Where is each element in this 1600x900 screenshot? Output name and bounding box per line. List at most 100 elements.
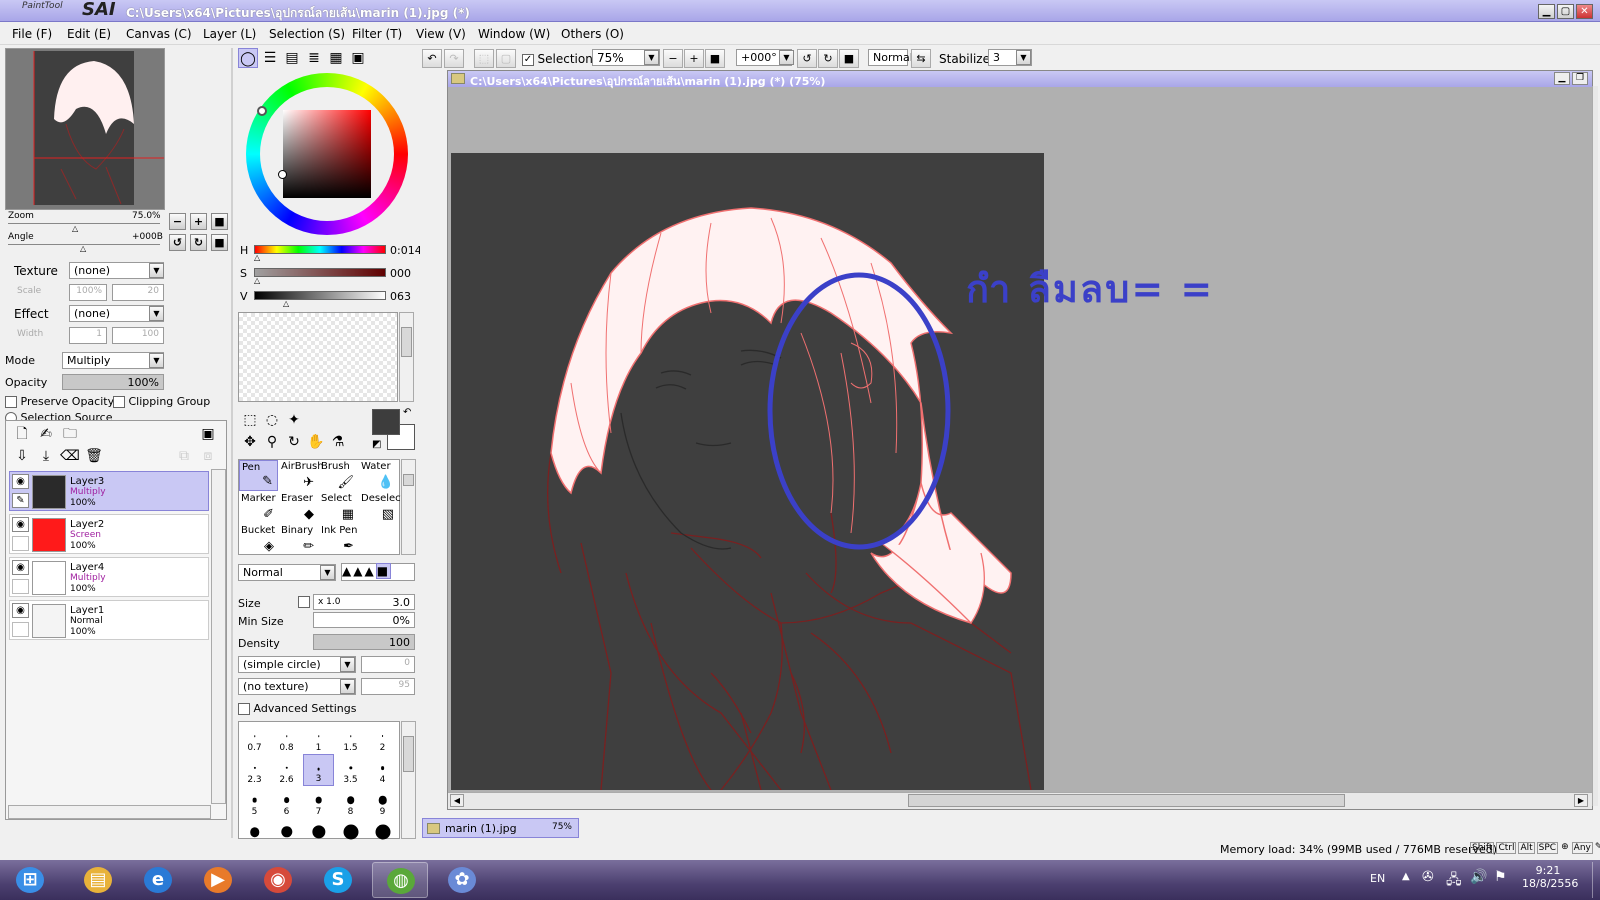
- minimize-button[interactable]: ▁: [1538, 4, 1555, 19]
- maximize-button[interactable]: ▢: [1557, 4, 1574, 19]
- brush-size-preset[interactable]: 4: [367, 754, 398, 786]
- magic-wand-icon[interactable]: ✦: [284, 410, 304, 430]
- brush-size-preset[interactable]: [367, 818, 398, 850]
- layer-opacity-slider[interactable]: 100%: [62, 374, 164, 390]
- hue-marker[interactable]: [257, 106, 267, 116]
- tool-eraser[interactable]: Eraser ◆: [279, 492, 318, 523]
- tray-expand-icon[interactable]: ▲: [1402, 871, 1410, 882]
- brush-size-preset[interactable]: [303, 818, 334, 850]
- saturation-slider[interactable]: [254, 268, 386, 277]
- layer-mode-dropdown-icon[interactable]: ▼: [149, 353, 164, 368]
- brush-size-preset[interactable]: 1: [303, 722, 334, 754]
- taskbar-explorer[interactable]: ▤: [70, 862, 126, 898]
- scratchpad-tab-icon[interactable]: ▣: [348, 48, 368, 68]
- network-icon[interactable]: 🖧: [1446, 869, 1462, 893]
- navigator-preview[interactable]: [5, 48, 165, 210]
- angle-slider-handle[interactable]: △: [80, 244, 86, 253]
- taskbar-clock[interactable]: 9:21 18/8/2556: [1522, 864, 1578, 890]
- color-wheel[interactable]: [238, 70, 410, 242]
- panel-divider[interactable]: [231, 48, 233, 838]
- brush-size-preset[interactable]: 1.5: [335, 722, 366, 754]
- brush-shape-amount[interactable]: 0: [361, 656, 415, 673]
- toolbar-zoom-out-button[interactable]: −: [663, 49, 683, 68]
- swap-colors-icon[interactable]: ↶: [403, 407, 411, 418]
- menu-view[interactable]: View (V): [416, 27, 466, 41]
- brush-size-scrollbar[interactable]: [401, 721, 416, 839]
- clipping-group-checkbox[interactable]: Clipping Group: [113, 395, 210, 408]
- delete-mask-icon[interactable]: ⧈: [198, 446, 218, 466]
- layer-item-layer2[interactable]: ◉ Layer2 Screen 100%: [9, 514, 209, 554]
- brush-size-preset[interactable]: 3: [303, 754, 334, 786]
- brush-size-preset[interactable]: 6: [271, 786, 302, 818]
- redo-button[interactable]: ↷: [444, 49, 464, 68]
- scratchpad-scrollbar-thumb[interactable]: [401, 327, 412, 357]
- menu-file[interactable]: File (F): [12, 27, 52, 41]
- document-tab[interactable]: marin (1).jpg 75%: [422, 818, 579, 838]
- tool-grid-scrollbar[interactable]: [401, 459, 416, 555]
- saturation-slider-handle[interactable]: △: [254, 276, 260, 285]
- taskbar-chrome[interactable]: ◉: [250, 862, 306, 898]
- brush-texture-amount[interactable]: 95: [361, 678, 415, 695]
- new-layer-icon[interactable]: 🗋: [12, 424, 32, 444]
- layer-list-hscrollbar[interactable]: [8, 805, 211, 819]
- taskbar-media-player[interactable]: ▶: [190, 862, 246, 898]
- brush-edge-selector[interactable]: ▲▲▲■: [341, 563, 415, 581]
- tool-deselect[interactable]: Deselect ▧: [359, 492, 405, 523]
- saturation-value-square[interactable]: [283, 110, 371, 198]
- advanced-settings-box[interactable]: [238, 703, 250, 715]
- zoom-dropdown-icon[interactable]: ▼: [644, 50, 659, 65]
- action-center-flag-icon[interactable]: ⚑: [1494, 869, 1507, 885]
- menu-selection[interactable]: Selection (S): [269, 27, 345, 41]
- brush-size-preset[interactable]: 7: [303, 786, 334, 818]
- layer-list-scrollbar[interactable]: [211, 469, 226, 804]
- taskbar-painttool-sai[interactable]: ◍: [372, 862, 428, 898]
- width-amount-field[interactable]: 100: [112, 327, 164, 344]
- tool-bucket[interactable]: Bucket ◈: [239, 524, 278, 555]
- brush-size-preset[interactable]: 0.7: [239, 722, 270, 754]
- toolbar-zoom-reset-button[interactable]: ■: [705, 49, 725, 68]
- hsv-slider-tab-icon[interactable]: ▤: [282, 48, 302, 68]
- tool-water[interactable]: Water 💧: [359, 460, 398, 491]
- tool-marker[interactable]: Marker ✐: [239, 492, 278, 523]
- taskbar-start-button[interactable]: ⊞: [2, 862, 58, 898]
- tool-grid-scrollbar-thumb[interactable]: [403, 474, 414, 486]
- input-language[interactable]: EN: [1370, 872, 1385, 885]
- texture-dropdown-icon[interactable]: ▼: [149, 263, 164, 278]
- scroll-right-icon[interactable]: ▶: [1574, 794, 1588, 807]
- layer-item-layer1[interactable]: ◉ Layer1 Normal 100%: [9, 600, 209, 640]
- stabilizer-dropdown-icon[interactable]: ▼: [1016, 50, 1031, 65]
- canvas-window[interactable]: C:\Users\x64\Pictures\อุปกรณ์ลายเส้น\mar…: [447, 70, 1593, 810]
- zoom-slider-handle[interactable]: △: [72, 224, 78, 233]
- brush-edge-hard-icon[interactable]: ■: [375, 563, 392, 579]
- rotate-reset-button[interactable]: ■: [211, 234, 228, 251]
- preserve-opacity-checkbox[interactable]: Preserve Opacity: [5, 395, 114, 408]
- brush-shape-select[interactable]: (simple circle): [238, 656, 356, 673]
- toolbar-zoom-in-button[interactable]: +: [684, 49, 704, 68]
- menu-canvas[interactable]: Canvas (C): [126, 27, 192, 41]
- brush-blend-dropdown-icon[interactable]: ▼: [320, 565, 335, 580]
- swatch-list-tab-icon[interactable]: ≣: [304, 48, 324, 68]
- move-icon[interactable]: ✥: [240, 432, 260, 452]
- taskbar-paint[interactable]: ✿: [434, 862, 490, 898]
- scroll-left-icon[interactable]: ◀: [450, 794, 464, 807]
- color-wheel-tab-icon[interactable]: ◯: [238, 48, 258, 68]
- brush-size-preset[interactable]: [335, 818, 366, 850]
- clear-layer-icon[interactable]: ⌫: [60, 446, 80, 466]
- brush-size-preset[interactable]: 3.5: [335, 754, 366, 786]
- delete-layer-icon[interactable]: 🗑: [84, 446, 104, 466]
- layer-item-layer4[interactable]: ◉ Layer4 Multiply 100%: [9, 557, 209, 597]
- rotate-right-button[interactable]: ↻: [190, 234, 207, 251]
- scale-amount-field[interactable]: 20: [112, 284, 164, 301]
- brush-shape-dropdown-icon[interactable]: ▼: [340, 657, 355, 672]
- advanced-settings-checkbox[interactable]: Advanced Settings: [238, 702, 356, 715]
- primary-color-swatch[interactable]: [372, 409, 400, 435]
- view-mode-select[interactable]: Normal: [868, 49, 913, 66]
- swatches-tab-icon[interactable]: ▦: [326, 48, 346, 68]
- rgb-slider-tab-icon[interactable]: ☰: [260, 48, 280, 68]
- tool-ink-pen[interactable]: Ink Pen ✒: [319, 524, 358, 555]
- brush-size-preset[interactable]: 2: [367, 722, 398, 754]
- toolbar-rotate-right-button[interactable]: ↻: [818, 49, 838, 68]
- min-size-slider[interactable]: 0%: [313, 612, 415, 628]
- invert-selection-button[interactable]: ▢: [496, 49, 516, 68]
- rotate-tool-icon[interactable]: ↻: [284, 432, 304, 452]
